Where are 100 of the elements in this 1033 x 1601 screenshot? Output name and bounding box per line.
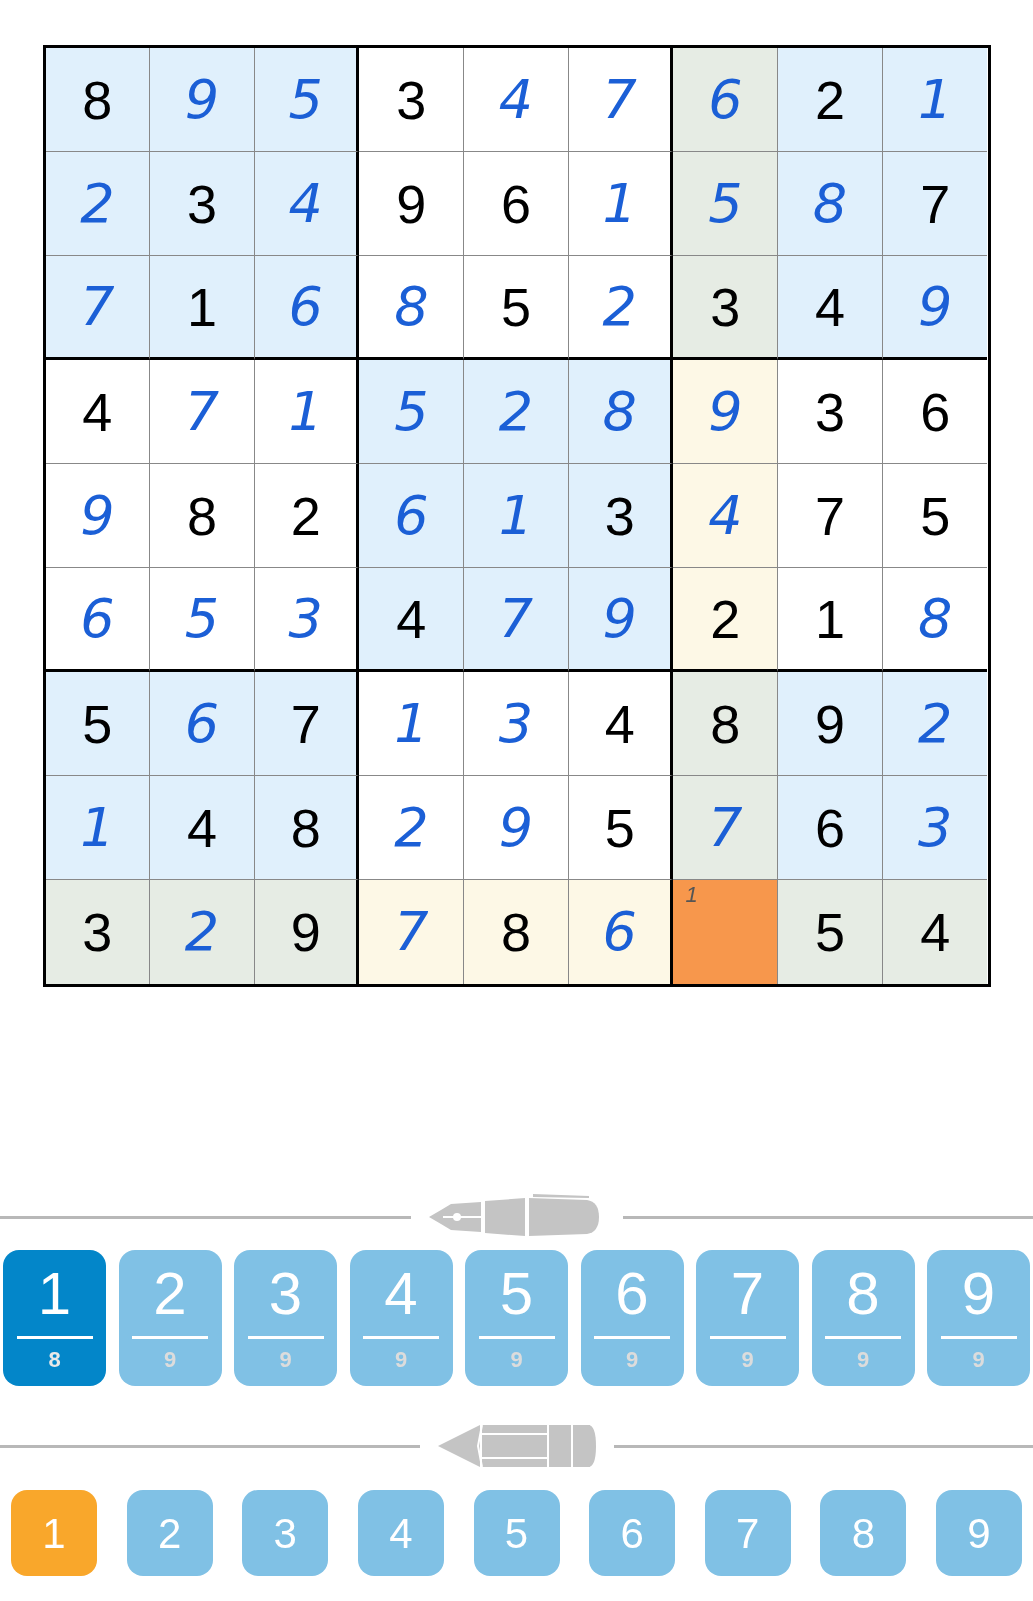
- digit-button[interactable]: 1 8: [3, 1250, 106, 1386]
- sudoku-cell[interactable]: 5: [778, 880, 883, 984]
- sudoku-cell[interactable]: 1: [673, 880, 779, 984]
- digit-label: 8: [846, 1264, 880, 1324]
- sudoku-cell[interactable]: 2: [150, 880, 255, 984]
- sudoku-cell[interactable]: 5: [568, 776, 674, 880]
- sudoku-cell[interactable]: 7: [45, 256, 151, 360]
- sudoku-cell[interactable]: 4: [254, 152, 360, 256]
- sudoku-cell[interactable]: 8: [254, 776, 360, 880]
- cell-digit: 1: [498, 488, 534, 543]
- sudoku-cell[interactable]: 9: [359, 152, 465, 256]
- sudoku-cell[interactable]: 4: [568, 672, 674, 776]
- cell-digit: 3: [82, 905, 113, 959]
- sudoku-cell[interactable]: 3: [673, 256, 779, 360]
- sudoku-cell[interactable]: 3: [568, 464, 674, 568]
- sudoku-cell[interactable]: 7: [882, 152, 988, 256]
- digit-label: 9: [961, 1264, 996, 1324]
- sudoku-cell[interactable]: 8: [359, 256, 465, 360]
- sudoku-cell[interactable]: 3: [464, 672, 569, 776]
- sudoku-cell[interactable]: 3: [359, 48, 465, 152]
- sudoku-cell[interactable]: 1: [254, 360, 360, 464]
- sudoku-cell[interactable]: 5: [673, 152, 779, 256]
- cell-digit: 6: [80, 591, 115, 646]
- sudoku-cell[interactable]: 1: [568, 152, 674, 256]
- sudoku-cell[interactable]: 6: [254, 256, 360, 360]
- sudoku-cell[interactable]: 3: [45, 880, 151, 984]
- sudoku-cell[interactable]: 7: [673, 776, 779, 880]
- remaining-count: 9: [972, 1349, 985, 1371]
- sudoku-cell[interactable]: 6: [568, 880, 674, 984]
- sudoku-cell[interactable]: 2: [882, 672, 988, 776]
- sudoku-cell[interactable]: 5: [464, 256, 569, 360]
- cell-digit: 3: [917, 800, 953, 855]
- sudoku-cell[interactable]: 5: [150, 568, 255, 672]
- sudoku-cell[interactable]: 1: [150, 256, 255, 360]
- sudoku-cell[interactable]: 9: [568, 568, 674, 672]
- sudoku-cell[interactable]: 4: [882, 880, 988, 984]
- pencil-icon: [437, 1424, 596, 1468]
- sudoku-cell[interactable]: 8: [150, 464, 255, 568]
- sudoku-cell[interactable]: 9: [464, 776, 569, 880]
- sudoku-cell[interactable]: 8: [45, 48, 151, 152]
- sudoku-cell[interactable]: 7: [464, 568, 569, 672]
- sudoku-cell[interactable]: 4: [359, 568, 465, 672]
- digit-label: 3: [268, 1264, 303, 1324]
- sudoku-cell[interactable]: 4: [150, 776, 255, 880]
- sudoku-cell[interactable]: 6: [359, 464, 465, 568]
- sudoku-cell[interactable]: 5: [359, 360, 465, 464]
- sudoku-cell[interactable]: 9: [882, 256, 988, 360]
- sudoku-cell[interactable]: 9: [778, 672, 883, 776]
- sudoku-cell[interactable]: 2: [568, 256, 674, 360]
- sudoku-cell[interactable]: 7: [568, 48, 674, 152]
- sudoku-cell[interactable]: 3: [254, 568, 360, 672]
- sudoku-cell[interactable]: 9: [45, 464, 151, 568]
- sudoku-cell[interactable]: 8: [464, 880, 569, 984]
- sudoku-cell[interactable]: 3: [882, 776, 988, 880]
- sudoku-cell[interactable]: 2: [254, 464, 360, 568]
- cell-digit: 9: [708, 384, 743, 439]
- sudoku-cell[interactable]: 1: [778, 568, 883, 672]
- cell-digit: 3: [396, 72, 427, 127]
- sudoku-cell[interactable]: 7: [150, 360, 255, 464]
- digit-label: 6: [615, 1264, 649, 1324]
- sudoku-cell[interactable]: 1: [45, 776, 151, 880]
- sudoku-cell[interactable]: 1: [359, 672, 465, 776]
- sudoku-cell[interactable]: 2: [45, 152, 151, 256]
- sudoku-cell[interactable]: 7: [254, 672, 360, 776]
- sudoku-cell[interactable]: 2: [464, 360, 569, 464]
- cell-digit: 5: [184, 591, 220, 646]
- sudoku-cell[interactable]: 7: [778, 464, 883, 568]
- sudoku-cell[interactable]: 9: [254, 880, 360, 984]
- sudoku-cell[interactable]: 4: [673, 464, 779, 568]
- sudoku-cell[interactable]: 5: [45, 672, 151, 776]
- sudoku-cell[interactable]: 3: [150, 152, 255, 256]
- sudoku-cell[interactable]: 9: [150, 48, 255, 152]
- sudoku-cell[interactable]: 6: [778, 776, 883, 880]
- cell-digit: 4: [814, 279, 845, 334]
- cell-digit: 9: [184, 72, 220, 127]
- cell-digit: 1: [917, 72, 953, 127]
- sudoku-cell[interactable]: 2: [359, 776, 465, 880]
- cell-digit: 2: [184, 905, 220, 959]
- cell-digit: 6: [394, 488, 429, 543]
- sudoku-cell[interactable]: 6: [464, 152, 569, 256]
- sudoku-cell[interactable]: 4: [464, 48, 569, 152]
- sudoku-cell[interactable]: 9: [673, 360, 779, 464]
- cell-digit: 7: [814, 488, 845, 543]
- sudoku-cell[interactable]: 7: [359, 880, 465, 984]
- sudoku-cell[interactable]: 8: [568, 360, 674, 464]
- sudoku-cell[interactable]: 2: [673, 568, 779, 672]
- sudoku-cell[interactable]: 2: [778, 48, 883, 152]
- sudoku-cell[interactable]: 6: [673, 48, 779, 152]
- sudoku-cell[interactable]: 6: [150, 672, 255, 776]
- sudoku-cell[interactable]: 6: [45, 568, 151, 672]
- sudoku-cell[interactable]: 1: [882, 48, 988, 152]
- sudoku-cell[interactable]: 8: [778, 152, 883, 256]
- sudoku-cell[interactable]: 4: [45, 360, 151, 464]
- cell-digit: 1: [186, 279, 217, 334]
- sudoku-cell[interactable]: 5: [254, 48, 360, 152]
- sudoku-cell[interactable]: 1: [464, 464, 569, 568]
- cell-digit: 1: [602, 176, 637, 231]
- sudoku-cell[interactable]: 8: [673, 672, 779, 776]
- sudoku-cell[interactable]: 4: [778, 256, 883, 360]
- sudoku-cell[interactable]: 3: [778, 360, 883, 464]
